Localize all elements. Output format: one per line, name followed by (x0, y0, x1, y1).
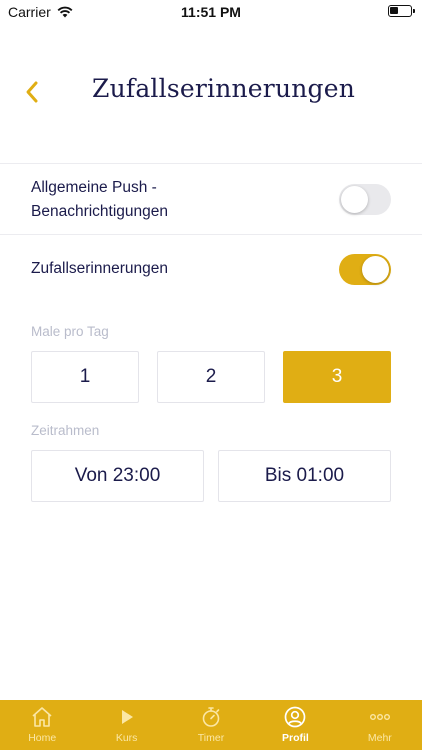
status-time: 11:51 PM (181, 4, 241, 20)
tab-profil-label: Profil (282, 732, 309, 744)
push-label-line1: Allgemeine Push - (31, 179, 157, 196)
home-icon (32, 707, 52, 727)
timeframe-to-button[interactable]: Bis 01:00 (218, 450, 391, 502)
times-option-2[interactable]: 2 (157, 351, 265, 403)
chevron-left-icon (26, 81, 38, 103)
times-per-day-label: Male pro Tag (31, 324, 109, 339)
push-label-line2: Benachrichtigungen (31, 203, 169, 220)
timeframe-label: Zeitrahmen (31, 423, 100, 438)
tab-timer-label: Timer (197, 732, 225, 744)
push-notifications-row: Allgemeine Push - Benachrichtigungen (0, 163, 422, 234)
tab-timer[interactable]: Timer (169, 700, 253, 750)
battery-icon (388, 5, 415, 17)
times-option-3[interactable]: 3 (283, 351, 391, 403)
status-bar: Carrier 11:51 PM (0, 0, 422, 24)
screen: Carrier 11:51 PM Zufallserinnerungen All… (0, 0, 422, 750)
random-reminders-toggle[interactable] (339, 254, 391, 285)
push-notifications-label: Allgemeine Push - Benachrichtigungen (31, 176, 168, 224)
back-button[interactable] (18, 76, 46, 108)
tab-kurs[interactable]: Kurs (84, 700, 168, 750)
toggle-knob (341, 186, 368, 213)
push-notifications-toggle[interactable] (339, 184, 391, 215)
tab-home[interactable]: Home (0, 700, 84, 750)
tab-kurs-label: Kurs (115, 732, 138, 744)
times-option-1[interactable]: 1 (31, 351, 139, 403)
tab-home-label: Home (28, 732, 57, 744)
tab-bar: Home Kurs Timer Profil Mehr (0, 700, 422, 750)
random-reminders-label: Zufallserinnerungen (31, 260, 169, 277)
tab-profil[interactable]: Profil (253, 700, 337, 750)
more-icon (369, 713, 390, 720)
page-title: Zufallserinnerungen (92, 74, 356, 103)
tab-mehr-label: Mehr (367, 732, 392, 744)
timeframe-from-button[interactable]: Von 23:00 (31, 450, 204, 502)
stopwatch-icon (202, 707, 220, 727)
toggle-knob (362, 256, 389, 283)
play-icon (121, 710, 133, 724)
profile-icon (285, 706, 306, 728)
random-reminders-row: Zufallserinnerungen (0, 234, 422, 304)
header: Zufallserinnerungen (0, 64, 422, 120)
tab-mehr[interactable]: Mehr (338, 700, 422, 750)
